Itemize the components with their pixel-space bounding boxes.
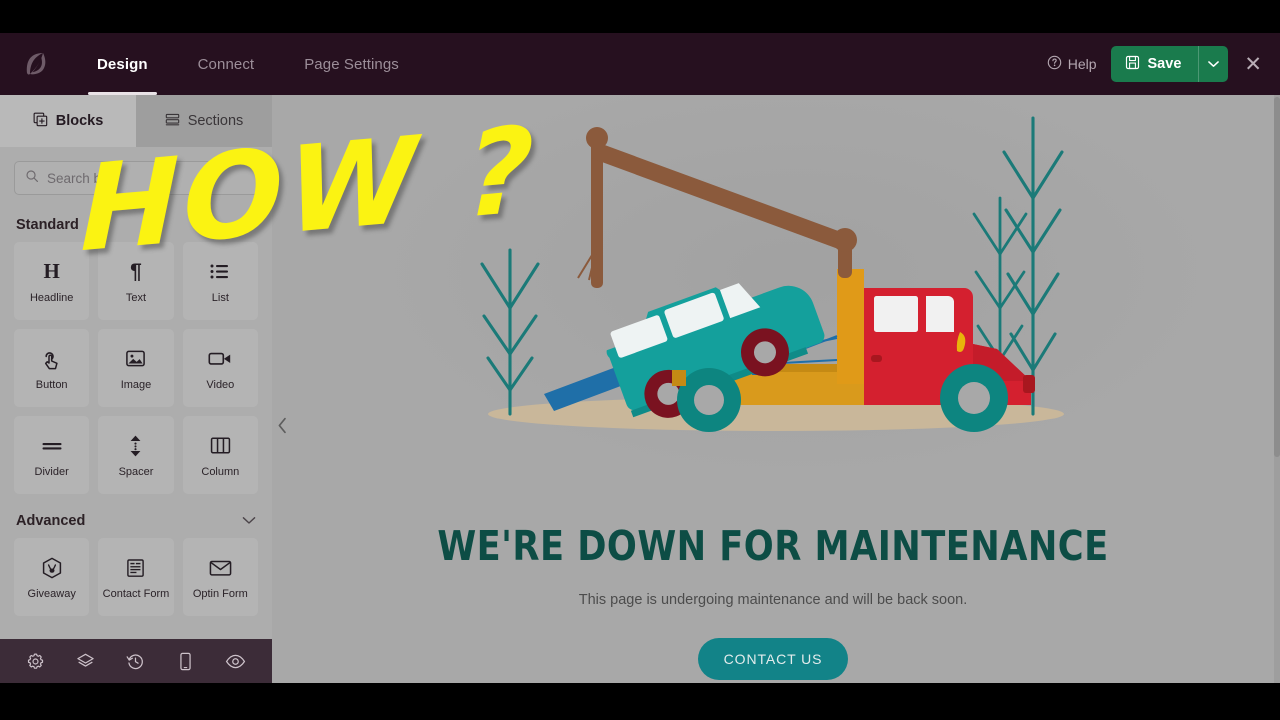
screen-root: Design Connect Page Settings Help Save ✕… [0,0,1280,720]
chevron-left-icon[interactable] [272,403,292,447]
giveaway-gift-icon [41,555,63,581]
save-label: Save [1147,56,1182,72]
search-icon [25,169,39,188]
top-navigation-bar: Design Connect Page Settings Help Save ✕ [0,33,1280,95]
group-title-standard: Standard [16,217,79,233]
block-label: Text [125,291,147,304]
page-canvas[interactable]: WE'RE DOWN FOR MAINTENANCE This page is … [272,95,1280,683]
tab-sections-label: Sections [187,113,244,129]
block-label: Spacer [118,465,154,478]
save-button-group: Save [1110,46,1229,82]
block-tile-optin-form[interactable]: Optin Form [182,538,258,616]
block-label: Image [120,378,152,391]
standard-blocks-grid: H Headline ¶ Text List Button Image Vide… [14,242,258,494]
canvas-scrollbar[interactable] [1274,95,1280,683]
history-clock-icon[interactable] [126,652,145,671]
group-header-advanced[interactable]: Advanced [14,494,258,538]
block-label: Button [35,378,68,391]
block-label: List [211,291,229,304]
topbar-actions: Help Save ✕ [1047,33,1280,95]
tab-blocks-label: Blocks [55,113,104,129]
block-tile-headline[interactable]: H Headline [14,242,90,320]
save-dropdown-toggle[interactable] [1198,46,1229,82]
mobile-device-icon[interactable] [177,652,194,671]
block-tile-button[interactable]: Button [14,329,90,407]
eye-icon[interactable] [225,652,246,671]
block-label: Contact Form [102,587,170,600]
layers-icon[interactable] [76,652,95,671]
block-label: Column [201,465,240,478]
chevron-down-icon[interactable] [242,217,256,233]
image-icon [125,346,146,372]
tow-truck-illustration [480,116,1064,432]
main-nav-tabs: Design Connect Page Settings [72,33,424,95]
maintenance-title: WE'RE DOWN FOR MAINTENANCE [437,522,1109,570]
divider-icon [41,433,63,459]
contact-us-button[interactable]: CONTACT US [698,638,848,680]
list-icon [210,259,230,285]
page-builder-app: Design Connect Page Settings Help Save ✕… [0,33,1280,683]
block-label: Divider [34,465,69,478]
gear-icon[interactable] [26,652,45,671]
block-tile-text[interactable]: ¶ Text [98,242,174,320]
nav-tab-connect-label: Connect [197,55,255,73]
group-header-standard[interactable]: Standard [14,205,258,242]
help-button[interactable]: Help [1047,55,1097,73]
close-x-icon[interactable]: ✕ [1242,50,1266,79]
nav-tab-page-settings-label: Page Settings [304,55,399,73]
columns-icon [210,433,231,459]
contact-form-icon [126,555,145,581]
block-tile-contact-form[interactable]: Contact Form [98,538,174,616]
help-label: Help [1067,56,1097,72]
block-tile-divider[interactable]: Divider [14,416,90,494]
maintenance-subtitle: This page is undergoing maintenance and … [578,592,968,608]
sidebar-bottom-toolbar [0,639,272,683]
chevron-down-icon [1208,55,1220,73]
block-label: Giveaway [27,587,76,600]
video-camera-icon [208,346,232,372]
help-circle-icon [1047,55,1062,73]
group-title-advanced: Advanced [16,513,86,529]
sections-stack-icon [165,112,180,131]
search-blocks-field[interactable]: Search blo [14,161,258,195]
advanced-blocks-grid: Giveaway Contact Form Optin Form [14,538,258,616]
block-tile-video[interactable]: Video [182,329,258,407]
tab-sections[interactable]: Sections [136,95,272,147]
paragraph-pilcrow-icon: ¶ [130,259,142,283]
block-label: Video [206,378,235,391]
nav-tab-design-label: Design [97,55,148,73]
block-tile-image[interactable]: Image [98,329,174,407]
nav-tab-design[interactable]: Design [72,33,173,95]
tab-blocks[interactable]: Blocks [0,95,136,147]
save-button[interactable]: Save [1110,46,1199,82]
block-tile-column[interactable]: Column [182,416,258,494]
block-tile-list[interactable]: List [182,242,258,320]
nav-tab-connect[interactable]: Connect [173,33,280,95]
block-tile-spacer[interactable]: Spacer [98,416,174,494]
blocks-grid-icon [33,112,48,131]
canvas-scrollbar-thumb[interactable] [1274,97,1280,457]
search-input-placeholder: Search blo [47,170,112,186]
block-tile-giveaway[interactable]: Giveaway [14,538,90,616]
letterbox-bottom [0,683,1280,720]
nav-tab-page-settings[interactable]: Page Settings [279,33,424,95]
envelope-icon [209,555,232,581]
leaf-logo-icon[interactable] [0,33,72,95]
headline-h-icon: H [43,259,60,283]
panel-tabs: Blocks Sections [0,95,272,147]
button-click-icon [42,346,62,372]
block-label: Headline [29,291,74,304]
blocks-sidebar: Blocks Sections Search blo Standard H He… [0,95,272,683]
letterbox-top [0,0,1280,33]
block-label: Optin Form [192,587,248,600]
blocks-panel-body: Search blo Standard H Headline ¶ Text Li… [0,147,272,683]
spacer-arrows-icon [127,433,144,459]
chevron-down-icon[interactable] [242,513,256,529]
save-disk-icon [1125,55,1140,74]
